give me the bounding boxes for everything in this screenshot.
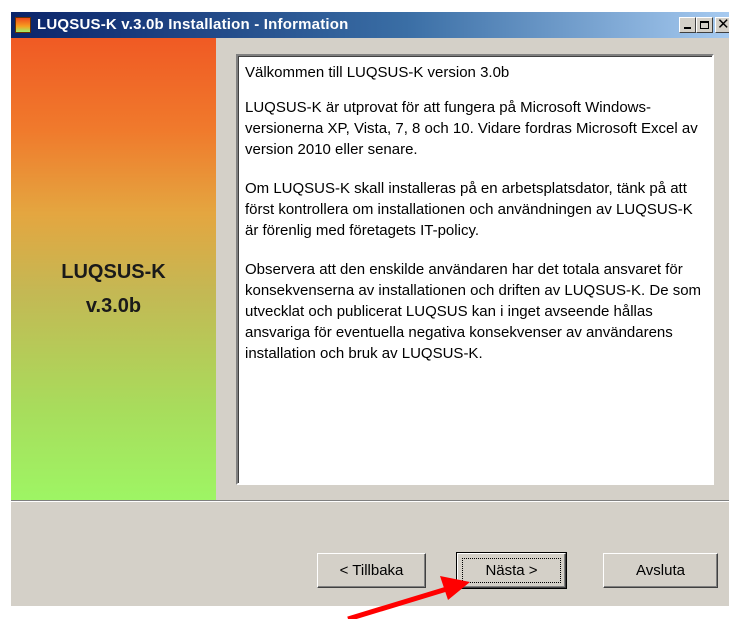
minimize-button[interactable] [679, 17, 696, 33]
information-text-box[interactable]: Välkommen till LUQSUS-K version 3.0b LUQ… [236, 54, 714, 485]
back-button[interactable]: < Tillbaka [317, 553, 426, 588]
app-icon [15, 17, 31, 33]
window-title: LUQSUS-K v.3.0b Installation - Informati… [37, 16, 349, 33]
focus-rectangle [462, 558, 561, 583]
product-version: v.3.0b [85, 295, 142, 317]
title-bar[interactable]: LUQSUS-K v.3.0b Installation - Informati… [11, 12, 729, 38]
footer-separator [11, 500, 729, 502]
product-name: LUQSUS-K [61, 261, 166, 283]
close-icon: ✕ [717, 16, 729, 33]
cropped-top-strip [0, 0, 729, 12]
exit-button[interactable]: Avsluta [603, 553, 718, 588]
compatibility-paragraph: LUQSUS-K är utprovat för att fungera på … [245, 99, 698, 158]
installer-window: LUQSUS-K v.3.0b Installation - Informati… [10, 12, 729, 606]
close-button[interactable]: ✕ [715, 16, 729, 33]
disclaimer-paragraph: Observera att den enskilde användaren ha… [245, 261, 702, 362]
welcome-paragraph: Välkommen till LUQSUS-K version 3.0b [245, 64, 510, 81]
side-banner: LUQSUS-K v.3.0b [11, 38, 216, 500]
maximize-button[interactable] [696, 17, 713, 33]
workplace-paragraph: Om LUQSUS-K skall installeras på en arbe… [245, 180, 693, 239]
next-button[interactable]: Nästa > [456, 552, 567, 589]
maximize-icon [700, 21, 709, 29]
minimize-icon [684, 27, 691, 29]
